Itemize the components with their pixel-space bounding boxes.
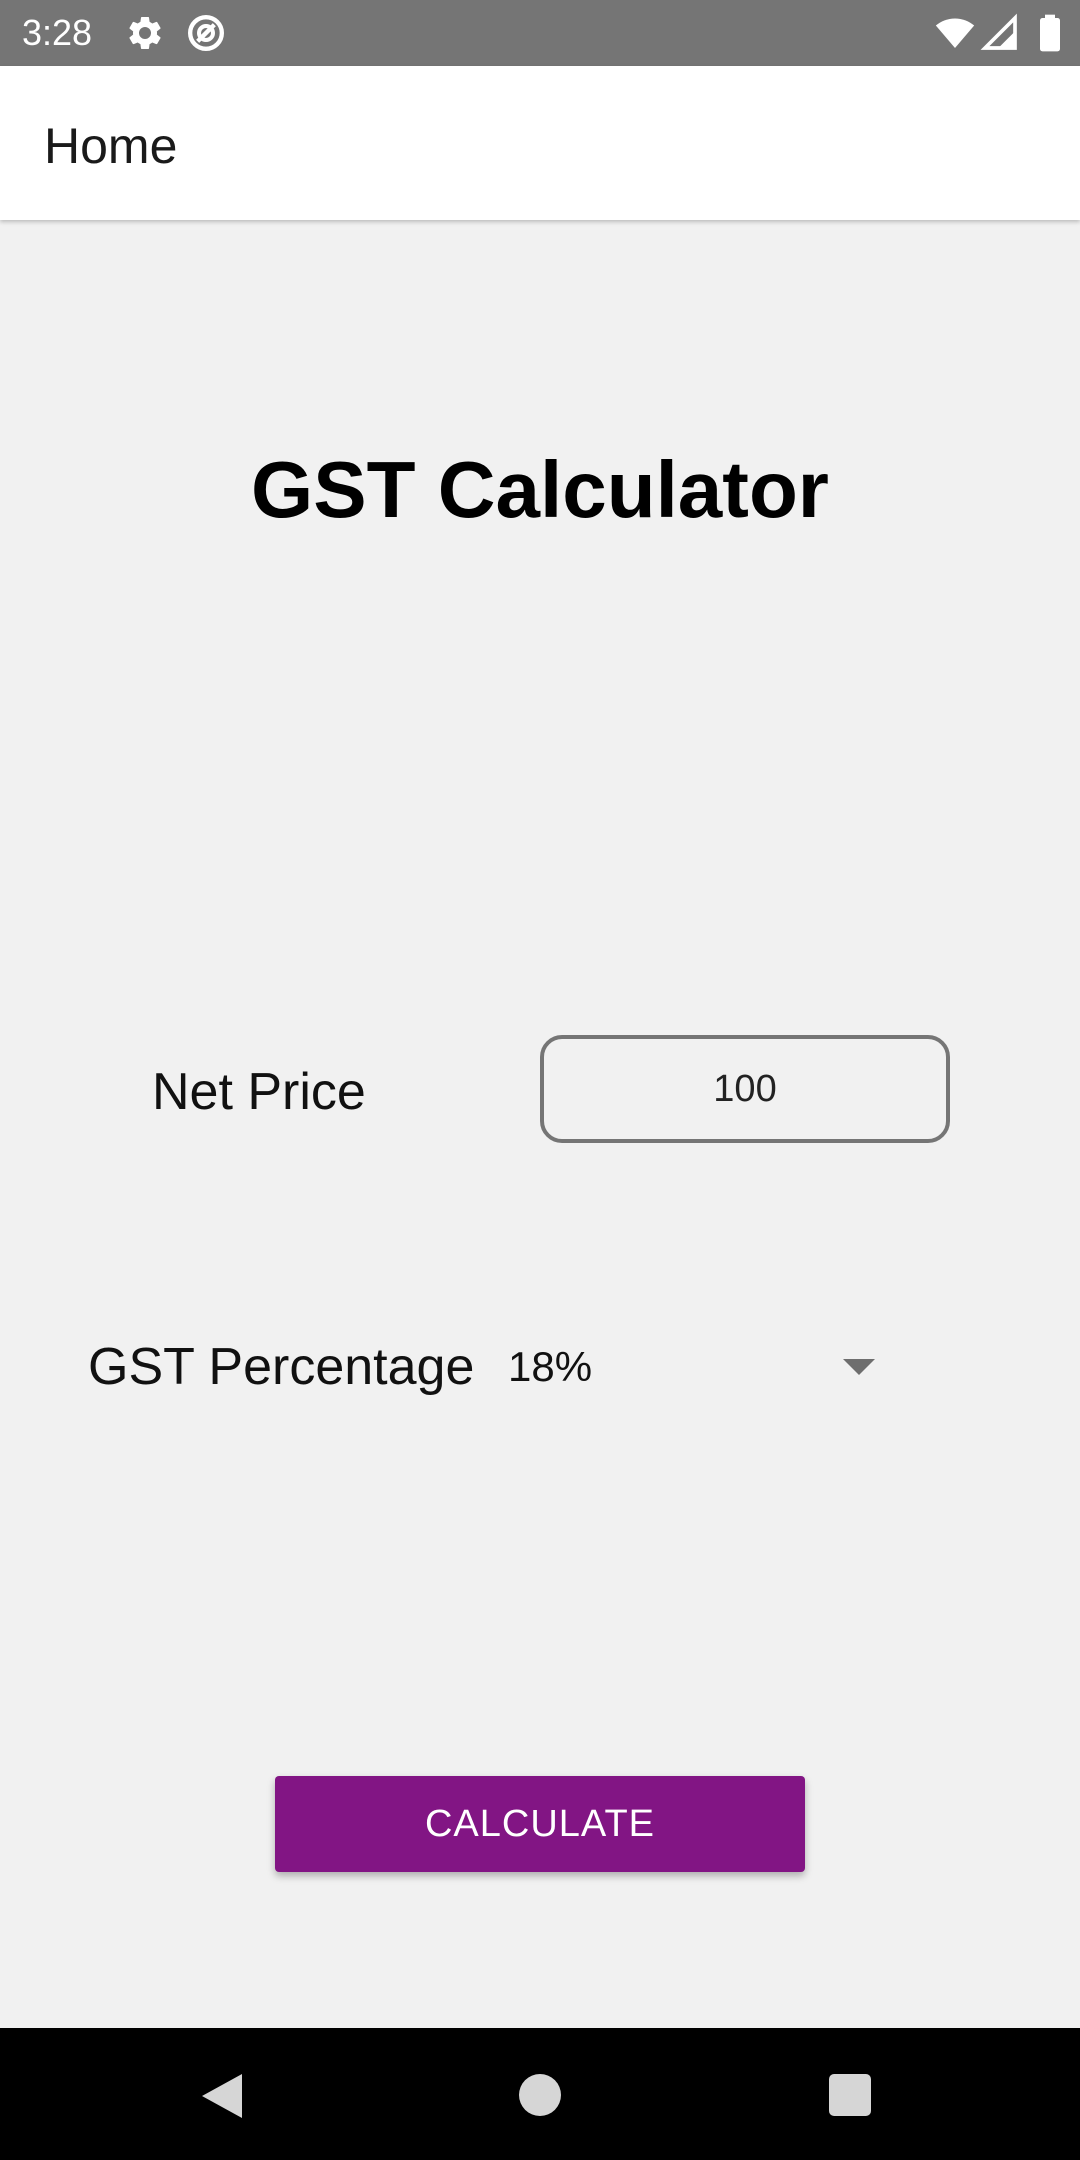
gst-percentage-dropdown[interactable]: 18% — [500, 1325, 890, 1409]
gst-percentage-label: GST Percentage — [88, 1338, 475, 1396]
dropdown-arrow-icon — [843, 1359, 875, 1375]
recents-icon[interactable] — [829, 2074, 871, 2116]
gst-percentage-selected-value: 18% — [508, 1343, 593, 1390]
app-bar: Home — [0, 66, 1080, 220]
calculate-button[interactable]: CALCULATE — [275, 1776, 805, 1872]
battery-icon — [1040, 14, 1060, 52]
wifi-icon — [935, 18, 975, 48]
signal-icon — [980, 13, 1017, 50]
status-bar: 3:28 — [0, 0, 1080, 66]
page-title: GST Calculator — [251, 445, 829, 534]
app-bar-title: Home — [44, 118, 178, 174]
home-icon[interactable] — [519, 2074, 561, 2116]
navigation-bar — [0, 2028, 1080, 2160]
sync-icon — [188, 15, 224, 51]
status-time: 3:28 — [22, 12, 93, 53]
net-price-label: Net Price — [152, 1063, 366, 1121]
net-price-input[interactable] — [540, 1035, 950, 1143]
gear-icon — [129, 16, 161, 49]
back-icon[interactable] — [202, 2074, 242, 2118]
